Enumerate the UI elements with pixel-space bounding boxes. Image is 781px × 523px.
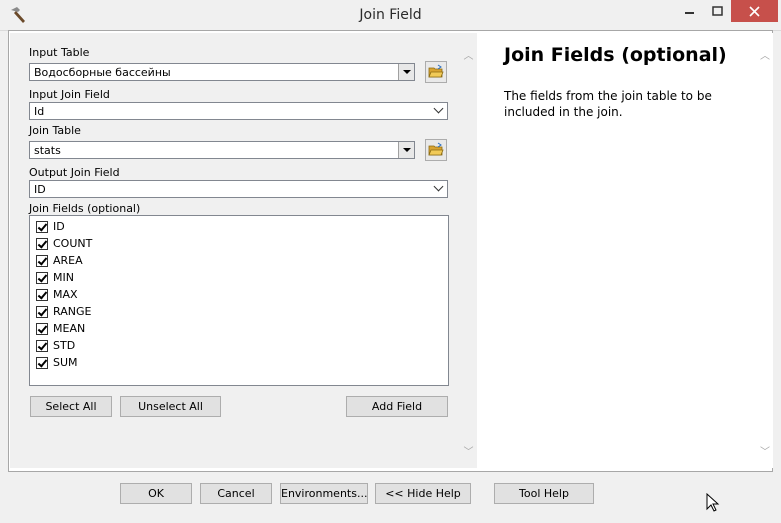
help-title: Join Fields (optional) [504,44,727,66]
maximize-icon [712,6,723,16]
output-join-field-combo[interactable]: ID [29,180,448,198]
chevron-down-icon[interactable] [432,181,447,197]
chevron-down-icon[interactable] [398,64,414,80]
field-label: ID [53,220,65,233]
checkbox[interactable] [36,306,48,318]
minimize-button[interactable] [683,0,697,22]
chevron-down-icon[interactable] [432,103,447,119]
join-fields-label: Join Fields (optional) [29,202,141,215]
browse-join-table-button[interactable] [425,139,447,161]
parameters-scrollbar[interactable]: ︿ ﹀ [460,33,477,468]
scroll-down-icon[interactable]: ﹀ [757,443,773,458]
checkbox[interactable] [36,323,48,335]
input-join-field-combo[interactable]: Id [29,102,448,120]
field-label: COUNT [53,237,93,250]
ok-button[interactable]: OK [120,483,192,504]
field-label: MIN [53,271,74,284]
checkbox[interactable] [36,289,48,301]
cancel-button[interactable]: Cancel [200,483,272,504]
help-text: The fields from the join table to be inc… [504,89,712,119]
add-field-button[interactable]: Add Field [346,396,448,417]
scroll-down-icon[interactable]: ﹀ [460,443,477,458]
scroll-up-icon[interactable]: ︿ [757,47,773,62]
output-join-field-label: Output Join Field [29,166,120,179]
join-table-label: Join Table [29,124,81,137]
checkbox[interactable] [36,255,48,267]
unselect-all-button[interactable]: Unselect All [120,396,221,417]
scroll-up-icon[interactable]: ︿ [460,47,477,62]
checkbox[interactable] [36,357,48,369]
mouse-pointer-icon [706,493,720,512]
field-label: STD [53,339,76,352]
hide-help-button[interactable]: << Hide Help [375,483,471,504]
tool-help-button[interactable]: Tool Help [494,483,594,504]
checkbox[interactable] [36,221,48,233]
join-table-combo[interactable]: stats [29,141,415,159]
field-label: SUM [53,356,78,369]
input-join-field-value: Id [34,105,45,118]
minimize-icon [685,12,694,14]
output-join-field-value: ID [34,183,46,196]
field-label: MEAN [53,322,86,335]
environments-button[interactable]: Environments... [280,483,368,504]
field-label: MAX [53,288,78,301]
title-bar: Join Field [0,0,781,31]
checkbox[interactable] [36,340,48,352]
join-fields-list: ID COUNT AREA MIN MAX RANGE MEAN STD SUM [29,215,449,386]
field-label: RANGE [53,305,92,318]
input-table-combo[interactable]: Водосборные бассейны [29,63,415,81]
input-table-label: Input Table [29,46,90,59]
help-scrollbar[interactable]: ︿ ﹀ [757,33,773,468]
close-icon [749,6,760,17]
open-folder-icon [428,142,444,156]
join-table-value: stats [34,144,61,157]
select-all-button[interactable]: Select All [30,396,112,417]
checkbox[interactable] [36,272,48,284]
window-title: Join Field [359,7,422,23]
browse-input-table-button[interactable] [425,61,447,83]
chevron-down-icon[interactable] [398,142,414,158]
close-button[interactable] [731,0,778,22]
maximize-button[interactable] [711,0,725,22]
open-folder-icon [428,64,444,78]
input-join-field-label: Input Join Field [29,88,110,101]
checkbox[interactable] [36,238,48,250]
input-table-value: Водосборные бассейны [34,66,171,79]
field-label: AREA [53,254,83,267]
